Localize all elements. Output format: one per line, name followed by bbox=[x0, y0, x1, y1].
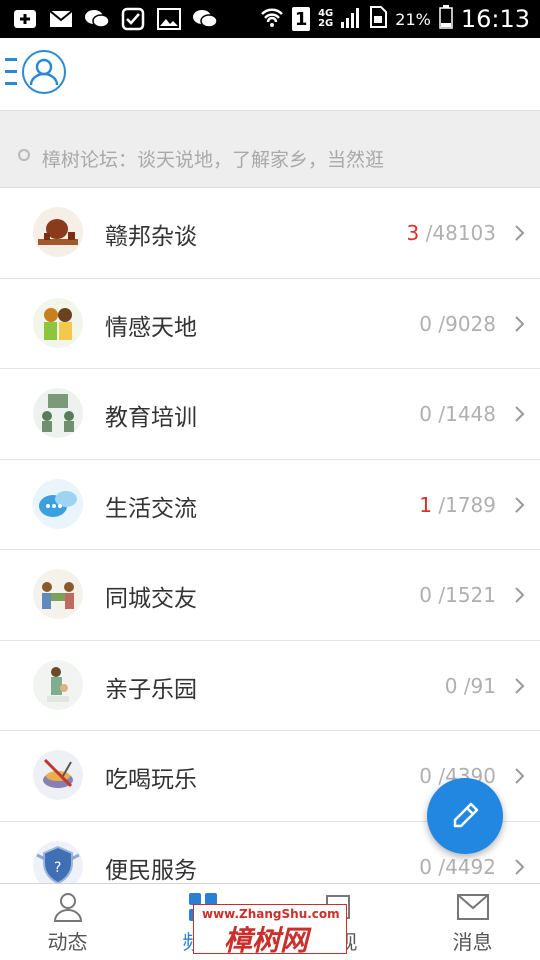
chat-bubbles-icon bbox=[33, 478, 83, 529]
tab-messages[interactable]: 消息 bbox=[405, 884, 540, 960]
list-item[interactable]: 情感天地 0 /9028 bbox=[0, 278, 540, 369]
add-notification-icon bbox=[12, 6, 38, 32]
battery-percent: 21% bbox=[395, 9, 431, 29]
wechat-icon-2 bbox=[192, 6, 218, 32]
total-post-count: /1789 bbox=[432, 492, 496, 517]
user-activity-icon bbox=[53, 893, 82, 922]
tea-set-icon bbox=[33, 207, 83, 257]
new-post-count: 0 bbox=[419, 402, 432, 426]
forum-name: 吃喝玩乐 bbox=[105, 767, 197, 793]
total-post-count: /48103 bbox=[419, 221, 496, 245]
forum-name: 赣邦杂谈 bbox=[105, 224, 197, 250]
chevron-right-icon bbox=[515, 225, 525, 241]
total-post-count: /4492 bbox=[432, 854, 496, 879]
chevron-right-icon bbox=[515, 315, 525, 332]
list-item[interactable]: 生活交流 1 /1789 bbox=[0, 459, 540, 550]
new-post-count: 1 bbox=[419, 492, 432, 517]
forum-count: 0 /1521 bbox=[419, 583, 496, 607]
user-avatar-button[interactable] bbox=[22, 50, 66, 94]
new-post-count: 0 bbox=[419, 583, 432, 607]
notice-banner[interactable]: 樟树论坛：谈天说地，了解家乡，当然逛 bbox=[0, 110, 540, 188]
pencil-icon bbox=[453, 802, 479, 828]
envelope-icon bbox=[456, 894, 489, 920]
forum-name: 同城交友 bbox=[105, 586, 197, 612]
chevron-right-icon bbox=[515, 406, 525, 422]
notice-text: 樟树论坛：谈天说地，了解家乡，当然逛 bbox=[42, 149, 385, 171]
new-post-count: 0 bbox=[419, 311, 432, 336]
compose-button[interactable] bbox=[427, 778, 503, 854]
mail-icon bbox=[48, 6, 74, 32]
sim-card-icon bbox=[369, 6, 388, 32]
forum-name: 教育培训 bbox=[105, 405, 197, 431]
sim-badge: 1 bbox=[292, 7, 311, 31]
new-post-count: 0 bbox=[419, 764, 432, 788]
chevron-right-icon bbox=[515, 677, 525, 694]
total-post-count: /91 bbox=[457, 673, 496, 698]
forum-count: 0 /91 bbox=[445, 674, 496, 698]
forum-count: 1 /1789 bbox=[419, 493, 496, 517]
svg-text:?: ? bbox=[54, 860, 61, 876]
list-item[interactable]: 亲子乐园 0 /91 bbox=[0, 640, 540, 731]
tab-activity[interactable]: 动态 bbox=[0, 884, 135, 960]
notice-icon bbox=[18, 149, 30, 161]
forum-count: 0 /9028 bbox=[419, 312, 496, 336]
wifi-icon bbox=[260, 6, 284, 32]
tab-activity-label: 动态 bbox=[47, 930, 88, 954]
total-post-count: /1448 bbox=[432, 402, 496, 426]
chevron-right-icon bbox=[515, 768, 525, 784]
list-item[interactable]: 教育培训 0 /1448 bbox=[0, 369, 540, 460]
new-post-count: 0 bbox=[444, 673, 458, 698]
food-icon bbox=[33, 750, 83, 800]
classroom-icon bbox=[33, 388, 83, 438]
wechat-icon bbox=[84, 6, 110, 32]
friends-icon bbox=[33, 569, 83, 619]
watermark-logo: www.ZhangShu.com 樟树网 bbox=[193, 904, 347, 957]
forum-count: 0 /1448 bbox=[419, 402, 496, 426]
new-post-count: 3 bbox=[406, 221, 420, 245]
network-2g-label: 2G bbox=[318, 18, 334, 29]
forum-count: 3 /48103 bbox=[407, 221, 496, 245]
gallery-icon bbox=[156, 6, 182, 32]
forum-count: 0 /4492 bbox=[419, 855, 496, 879]
forum-name: 亲子乐园 bbox=[105, 676, 197, 703]
clock: 16:13 bbox=[460, 5, 530, 33]
forum-name: 生活交流 bbox=[105, 495, 197, 522]
list-item[interactable]: 同城交友 0 /1521 bbox=[0, 550, 540, 641]
signal-icon bbox=[341, 6, 361, 32]
chevron-right-icon bbox=[515, 858, 525, 875]
parent-child-icon bbox=[33, 659, 83, 710]
chevron-right-icon bbox=[515, 587, 525, 603]
total-post-count: /1521 bbox=[432, 583, 496, 607]
menu-lines-icon[interactable] bbox=[5, 58, 17, 88]
check-app-icon bbox=[120, 6, 146, 32]
watermark-name: 樟树网 bbox=[224, 924, 309, 957]
forum-name: 情感天地 bbox=[105, 314, 197, 341]
top-bar bbox=[0, 38, 540, 110]
user-icon bbox=[29, 58, 59, 86]
battery-icon bbox=[439, 5, 453, 33]
couple-icon bbox=[33, 297, 83, 348]
chevron-right-icon bbox=[515, 496, 525, 513]
forum-name: 便民服务 bbox=[105, 857, 197, 884]
tab-messages-label: 消息 bbox=[452, 930, 493, 954]
network-type: 4G 2G bbox=[318, 9, 333, 29]
new-post-count: 0 bbox=[419, 854, 432, 879]
total-post-count: /9028 bbox=[432, 311, 496, 336]
status-bar: 1 4G 2G 21% 16:13 bbox=[0, 0, 540, 38]
list-item[interactable]: 赣邦杂谈 3 /48103 bbox=[0, 188, 540, 279]
